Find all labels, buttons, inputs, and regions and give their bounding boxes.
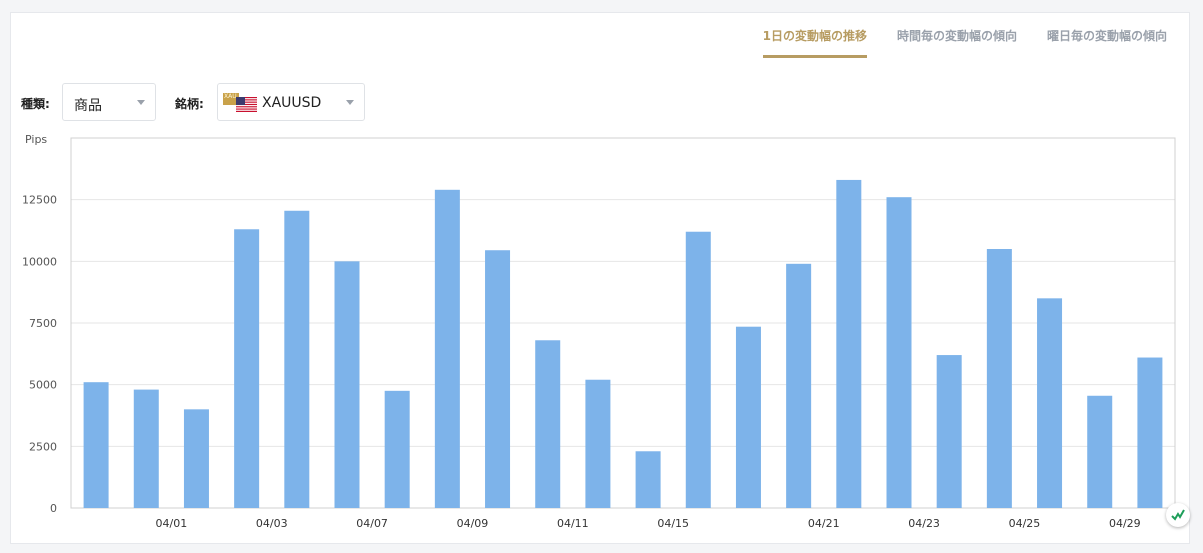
bar-04-15[interactable] (635, 451, 661, 508)
y-tick-labels: 0 2500 5000 7500 10000 12500 (22, 194, 57, 515)
x-tick-label: 04/09 (457, 517, 489, 530)
bar-04-24[interactable] (936, 355, 962, 508)
x-tick-label: 04/01 (156, 517, 188, 530)
bar-04-23[interactable] (886, 197, 912, 508)
y-tick-label: 12500 (22, 194, 57, 207)
bar-04-02[interactable] (183, 409, 209, 508)
bar-04-04[interactable] (284, 210, 310, 508)
tradingview-logo-icon[interactable] (1166, 503, 1190, 527)
y-tick-label: 10000 (22, 255, 57, 268)
bar-04-17[interactable] (735, 326, 761, 508)
x-tick-label: 04/03 (256, 517, 288, 530)
y-tick-label: 7500 (29, 317, 57, 330)
bar-03-31[interactable] (83, 382, 109, 508)
bar-04-16[interactable] (685, 231, 711, 508)
bar-04-22[interactable] (836, 179, 862, 508)
x-tick-label: 04/11 (557, 517, 589, 530)
bar-04-25[interactable] (986, 249, 1012, 508)
bar-04-11[interactable] (535, 340, 561, 508)
y-tick-label: 5000 (29, 379, 57, 392)
y-tick-label: 2500 (29, 440, 57, 453)
y-tick-label: 0 (50, 502, 57, 515)
bar-04-14[interactable] (585, 379, 611, 508)
bar-04-21[interactable] (786, 263, 812, 508)
bar-04-01[interactable] (133, 389, 159, 508)
bar-04-07[interactable] (334, 261, 360, 508)
y-axis-label: Pips (25, 133, 47, 146)
x-tick-label: 04/23 (908, 517, 940, 530)
bar-04-30[interactable] (1137, 357, 1163, 508)
bar-04-08[interactable] (384, 390, 410, 508)
x-tick-labels: 04/01 04/03 04/07 04/09 04/11 04/15 04/21 04/23… (156, 517, 1141, 530)
bars (83, 179, 1163, 509)
x-tick-label: 04/29 (1109, 517, 1141, 530)
bar-04-03[interactable] (234, 229, 260, 508)
bar-chart: 02500500075001000012500 04/01 04/03 04/07 0… (22, 133, 1176, 530)
bar-04-09[interactable] (434, 189, 460, 509)
x-tick-label: 04/15 (657, 517, 689, 530)
x-tick-label: 04/07 (356, 517, 388, 530)
bar-04-28[interactable] (1037, 298, 1063, 508)
x-tick-label: 04/25 (1009, 517, 1041, 530)
bar-04-10[interactable] (485, 250, 511, 508)
x-tick-label: 04/21 (808, 517, 840, 530)
bar-04-29[interactable] (1087, 395, 1113, 508)
